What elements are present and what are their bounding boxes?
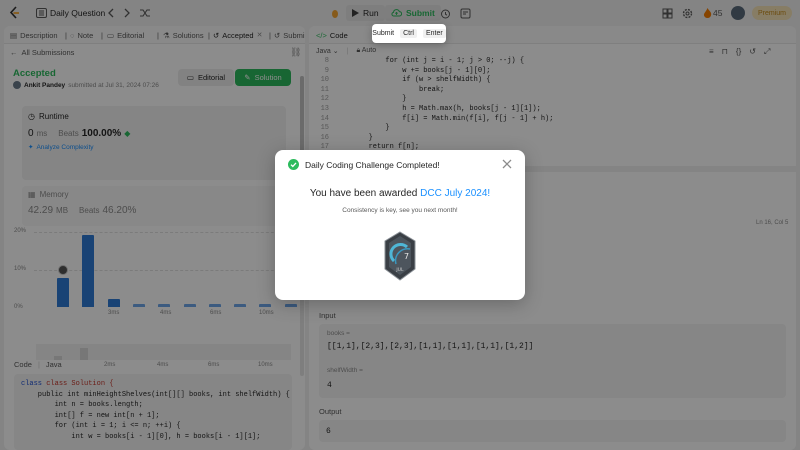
badge-text: JUL [395,267,404,273]
shortcut-key-enter: Enter [422,29,446,38]
shortcut-key-ctrl: Ctrl [400,29,417,38]
award-name[interactable]: DCC July 2024! [420,188,490,199]
award-subtitle: Consistency is key, see you next month! [342,207,458,214]
shortcut-label: Submit [372,30,395,37]
award-line: You have been awarded DCC July 2024! [275,188,525,199]
check-circle-icon [288,159,299,170]
dcc-july-badge-icon: 7 JUL [383,231,417,281]
dcc-completed-modal: Daily Coding Challenge Completed! You ha… [275,150,525,300]
badge-number: 7 [404,252,409,261]
close-icon[interactable] [501,158,513,170]
award-prefix: You have been awarded [309,188,418,199]
modal-title: Daily Coding Challenge Completed! [305,159,440,170]
modal-header: Daily Coding Challenge Completed! [288,159,440,170]
submit-shortcut-tooltip: Submit Ctrl Enter [372,24,446,43]
